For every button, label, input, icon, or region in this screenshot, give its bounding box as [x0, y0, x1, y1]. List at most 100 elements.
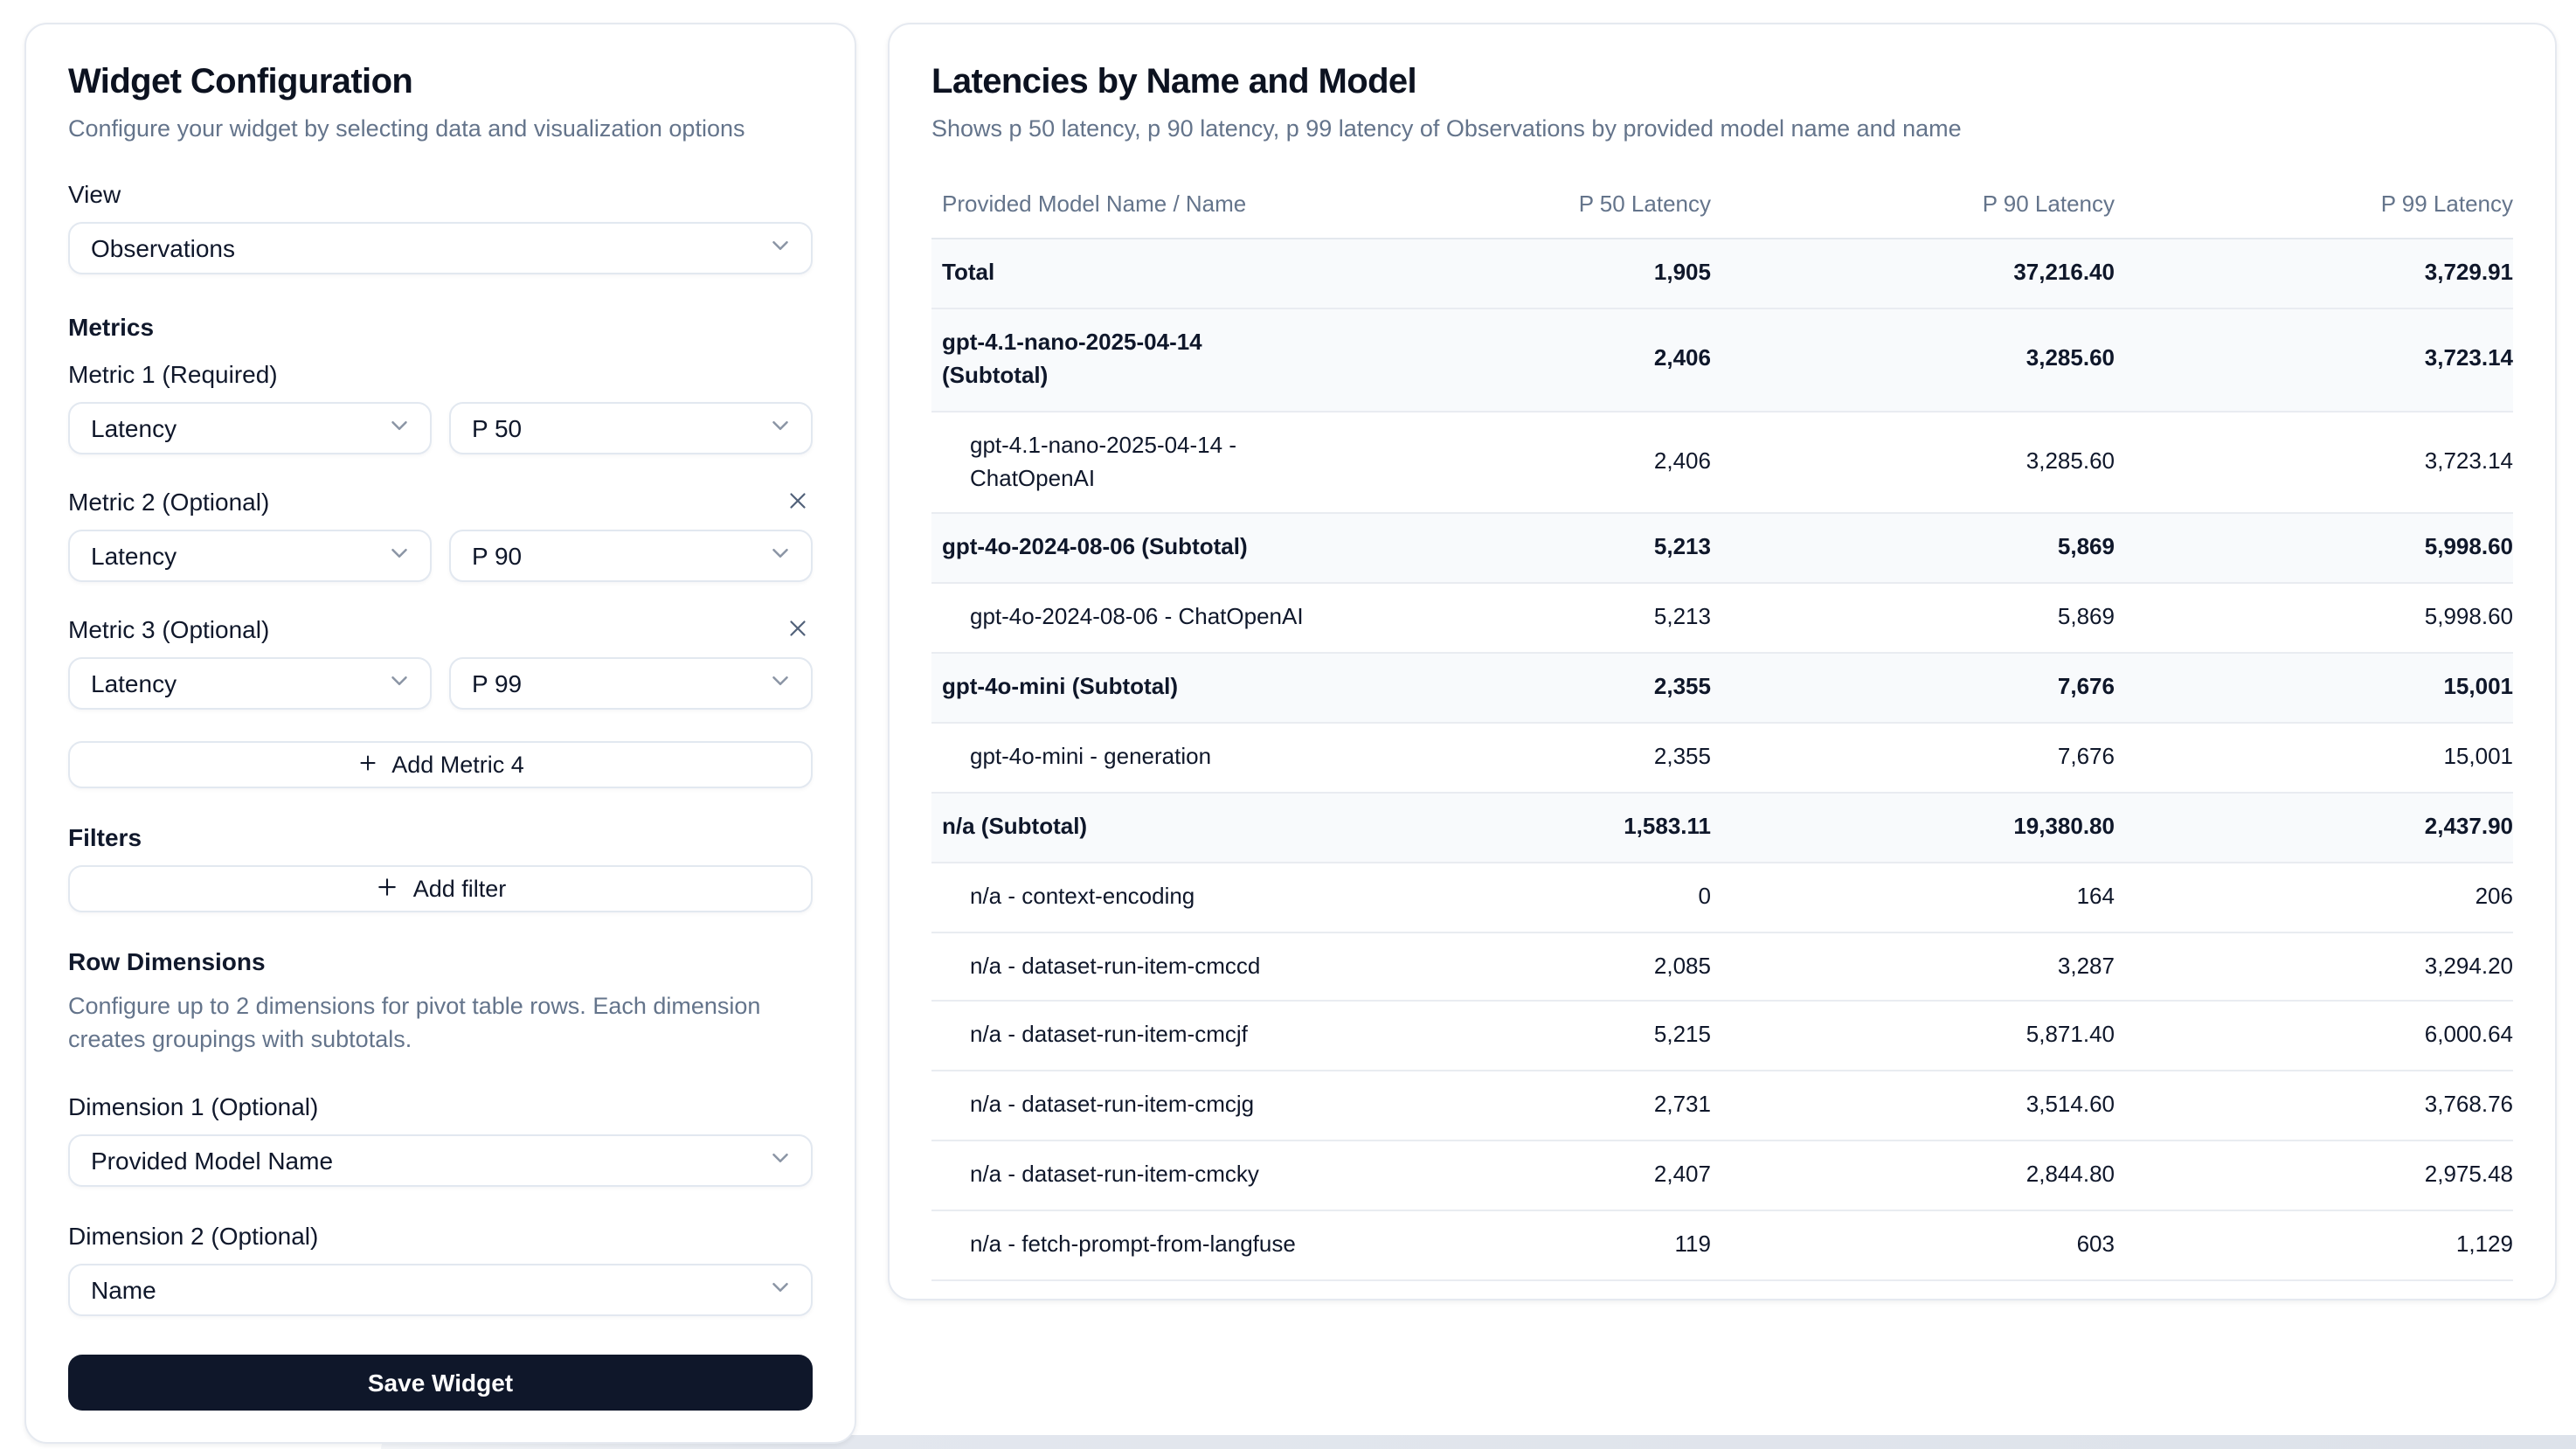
metric-group-2: Metric 2 (Optional) Latency P 90 [68, 486, 813, 582]
table-row: gpt-4.1-nano-2025-04-14 - ChatOpenAI 2,4… [931, 412, 2513, 514]
row-dimensions-section-label: Row Dimensions [68, 947, 813, 975]
column-header-name: Provided Model Name / Name [931, 170, 1307, 239]
dimension1-select-value: Provided Model Name [91, 1146, 333, 1174]
metric-3-measure-select-value: Latency [91, 669, 177, 697]
row-p50-cell: 119 [1307, 1210, 1711, 1280]
row-name-cell: gpt-4o-2024-08-06 (Subtotal) [931, 514, 1307, 584]
chevron-down-icon [767, 1144, 793, 1175]
view-select-value: Observations [91, 234, 235, 262]
dimension1-label: Dimension 1 (Optional) [68, 1092, 813, 1120]
row-p50-cell: 1,905 [1307, 239, 1711, 309]
row-dimensions-description: Configure up to 2 dimensions for pivot t… [68, 989, 813, 1057]
remove-metric-3-button[interactable] [783, 614, 813, 643]
row-p50-cell: 5,215 [1307, 1002, 1711, 1071]
row-p90-cell: 3,287 [1711, 932, 2115, 1002]
table-row: n/a - dataset-run-item-cmcky 2,407 2,844… [931, 1140, 2513, 1210]
add-filter-button[interactable]: Add filter [68, 865, 813, 912]
row-p90-cell: 603 [1711, 1210, 2115, 1280]
metric-2-measure-select-value: Latency [91, 542, 177, 570]
row-p50-cell: 0 [1307, 862, 1711, 932]
row-name-cell: gpt-4o-mini (Subtotal) [931, 653, 1307, 723]
row-p90-cell: 5,869 [1711, 584, 2115, 654]
table-row: gpt-4o-mini (Subtotal) 2,355 7,676 15,00… [931, 653, 2513, 723]
row-p90-cell: 5,871.40 [1711, 1002, 2115, 1071]
metrics-section-label: Metrics [68, 313, 813, 341]
x-icon [785, 493, 811, 519]
metric-3-aggregation-select-value: P 99 [472, 669, 522, 697]
row-p99-cell: 3,294.20 [2115, 932, 2513, 1002]
table-row: n/a - dataset-run-item-cmcjf 5,215 5,871… [931, 1002, 2513, 1071]
latency-pivot-table: Provided Model Name / Name P 50 Latency … [931, 170, 2513, 1280]
view-label: View [68, 180, 813, 208]
row-p90-cell: 3,285.60 [1711, 309, 2115, 411]
metric-3-measure-select[interactable]: Latency [68, 657, 432, 710]
row-name-cell: gpt-4.1-nano-2025-04-14 (Subtotal) [931, 309, 1307, 411]
row-p90-cell: 7,676 [1711, 723, 2115, 793]
row-p99-cell: 5,998.60 [2115, 514, 2513, 584]
row-p99-cell: 3,768.76 [2115, 1071, 2513, 1140]
metric-1-measure-select-value: Latency [91, 414, 177, 442]
row-name-cell: n/a - fetch-prompt-from-langfuse [931, 1210, 1307, 1280]
metric-3-aggregation-select[interactable]: P 99 [449, 657, 813, 710]
add-filter-label: Add filter [413, 876, 507, 902]
widget-configuration-panel: Widget Configuration Configure your widg… [24, 23, 856, 1444]
row-p99-cell: 5,998.60 [2115, 584, 2513, 654]
table-row: gpt-4.1-nano-2025-04-14 (Subtotal) 2,406… [931, 309, 2513, 411]
row-p99-cell: 15,001 [2115, 723, 2513, 793]
table-row: n/a - fetch-prompt-from-langfuse 119 603… [931, 1210, 2513, 1280]
row-p50-cell: 5,213 [1307, 584, 1711, 654]
config-subtitle: Configure your widget by selecting data … [68, 114, 813, 145]
row-p99-cell: 3,723.14 [2115, 412, 2513, 514]
preview-title: Latencies by Name and Model [931, 63, 2513, 103]
row-p50-cell: 5,213 [1307, 514, 1711, 584]
metric-1-aggregation-select[interactable]: P 50 [449, 402, 813, 454]
metric-2-label: Metric 2 (Optional) [68, 487, 269, 515]
chevron-down-icon [386, 413, 412, 444]
add-metric-label: Add Metric 4 [391, 752, 524, 778]
table-row: n/a - context-encoding 0 164 206 [931, 862, 2513, 932]
row-p90-cell: 2,844.80 [1711, 1140, 2115, 1210]
filters-section-label: Filters [68, 823, 813, 851]
dialog-surface: Widget Configuration Configure your widg… [0, 0, 2576, 1449]
row-p90-cell: 7,676 [1711, 653, 2115, 723]
metric-group-3: Metric 3 (Optional) Latency P 99 [68, 614, 813, 710]
chevron-down-icon [767, 668, 793, 699]
dimension1-select[interactable]: Provided Model Name [68, 1134, 813, 1186]
row-p99-cell: 6,000.64 [2115, 1002, 2513, 1071]
dimension2-select-value: Name [91, 1275, 156, 1303]
remove-metric-2-button[interactable] [783, 486, 813, 516]
row-name-cell: n/a - dataset-run-item-cmcjg [931, 1071, 1307, 1140]
config-title: Widget Configuration [68, 63, 813, 103]
row-name-cell: n/a - context-encoding [931, 862, 1307, 932]
chevron-down-icon [386, 668, 412, 699]
view-select[interactable]: Observations [68, 222, 813, 274]
row-p90-cell: 19,380.80 [1711, 793, 2115, 863]
metric-2-aggregation-select-value: P 90 [472, 542, 522, 570]
preview-subtitle: Shows p 50 latency, p 90 latency, p 99 l… [931, 114, 2513, 145]
row-p50-cell: 2,731 [1307, 1071, 1711, 1140]
row-p90-cell: 5,869 [1711, 514, 2115, 584]
row-p90-cell: 3,514.60 [1711, 1071, 2115, 1140]
dimension2-select[interactable]: Name [68, 1263, 813, 1315]
metric-1-measure-select[interactable]: Latency [68, 402, 432, 454]
chevron-down-icon [767, 1273, 793, 1305]
row-p99-cell: 3,723.14 [2115, 309, 2513, 411]
metric-groups: Metric 1 (Required) Latency P 50 Metric … [68, 358, 813, 710]
table-row: gpt-4o-2024-08-06 (Subtotal) 5,213 5,869… [931, 514, 2513, 584]
dimension2-label: Dimension 2 (Optional) [68, 1221, 813, 1249]
table-row: n/a (Subtotal) 1,583.11 19,380.80 2,437.… [931, 793, 2513, 863]
row-p99-cell: 2,975.48 [2115, 1140, 2513, 1210]
row-p90-cell: 164 [1711, 862, 2115, 932]
table-header-row: Provided Model Name / Name P 50 Latency … [931, 170, 2513, 239]
table-row: Total 1,905 37,216.40 3,729.91 [931, 239, 2513, 309]
row-name-cell: Total [931, 239, 1307, 309]
save-widget-button[interactable]: Save Widget [68, 1354, 813, 1410]
row-name-cell: gpt-4.1-nano-2025-04-14 - ChatOpenAI [931, 412, 1307, 514]
row-name-cell: gpt-4o-2024-08-06 - ChatOpenAI [931, 584, 1307, 654]
metric-3-label: Metric 3 (Optional) [68, 614, 269, 642]
metric-2-aggregation-select[interactable]: P 90 [449, 530, 813, 582]
metric-2-measure-select[interactable]: Latency [68, 530, 432, 582]
chevron-down-icon [767, 540, 793, 572]
add-metric-button[interactable]: Add Metric 4 [68, 741, 813, 788]
metric-1-label: Metric 1 (Required) [68, 359, 278, 387]
